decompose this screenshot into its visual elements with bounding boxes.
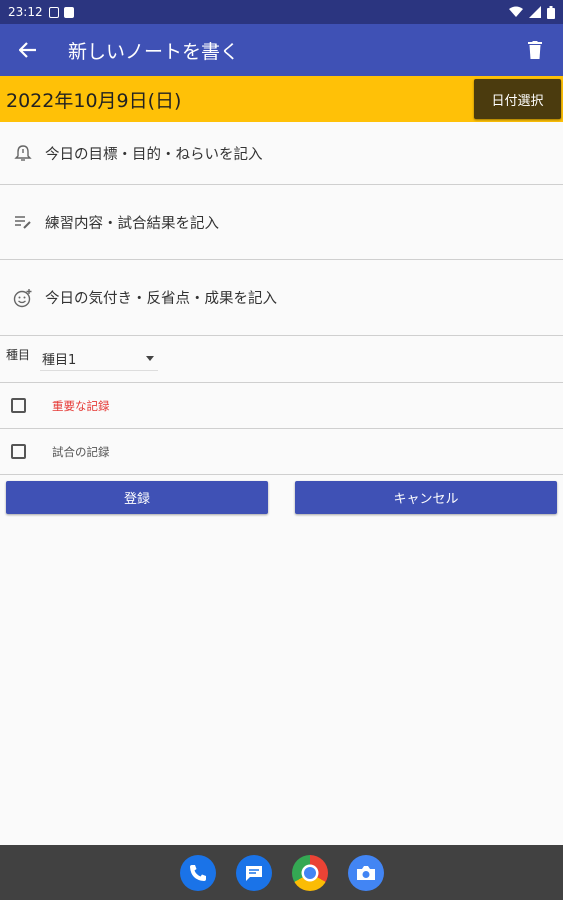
match-record-row[interactable]: 試合の記録	[0, 429, 563, 475]
bell-icon	[11, 144, 35, 162]
practice-field-label: 練習内容・試合結果を記入	[45, 215, 219, 232]
important-record-row[interactable]: 重要な記録	[0, 383, 563, 429]
register-button[interactable]: 登録	[6, 481, 268, 514]
category-selected-value: 種目1	[42, 353, 77, 368]
match-record-checkbox[interactable]	[11, 444, 26, 459]
reflection-field[interactable]: 今日の気付き・反省点・成果を記入	[0, 260, 563, 336]
important-record-checkbox[interactable]	[11, 398, 26, 413]
chrome-icon[interactable]	[291, 854, 328, 891]
date-select-button[interactable]: 日付選択	[474, 79, 561, 119]
important-record-label: 重要な記録	[52, 398, 110, 413]
date-bar: 2022年10月9日(日) 日付選択	[0, 76, 563, 122]
category-select[interactable]: 種目1	[40, 347, 159, 371]
category-label: 種目	[6, 347, 31, 362]
goal-field-label: 今日の目標・目的・ねらいを記入	[45, 146, 263, 163]
smiley-add-icon	[11, 288, 35, 308]
back-button[interactable]	[0, 24, 56, 76]
status-time: 23:12	[8, 5, 43, 19]
phone-icon[interactable]	[179, 854, 216, 891]
category-row: 種目 種目1	[0, 336, 563, 383]
dropdown-arrow-icon	[146, 356, 155, 361]
status-bar: 23:12	[0, 0, 563, 24]
system-dock	[0, 845, 563, 900]
battery-icon	[547, 5, 555, 19]
signal-icon	[529, 6, 541, 18]
reflection-field-label: 今日の気付き・反省点・成果を記入	[45, 291, 277, 307]
messages-icon[interactable]	[235, 854, 272, 891]
match-record-label: 試合の記録	[52, 444, 110, 459]
wifi-icon	[509, 6, 523, 17]
goal-field[interactable]: 今日の目標・目的・ねらいを記入	[0, 122, 563, 185]
app-bar: 新しいノートを書く	[0, 24, 563, 76]
camera-icon[interactable]	[347, 854, 384, 891]
selected-date: 2022年10月9日(日)	[6, 89, 182, 112]
arrow-back-icon	[19, 42, 36, 58]
notification-icon	[48, 6, 59, 18]
sd-card-icon	[63, 6, 74, 18]
delete-button[interactable]	[507, 24, 563, 76]
practice-field[interactable]: 練習内容・試合結果を記入	[0, 185, 563, 260]
page-title: 新しいノートを書く	[68, 40, 240, 63]
notes-edit-icon	[11, 214, 35, 230]
trash-icon	[528, 41, 542, 59]
cancel-button[interactable]: キャンセル	[295, 481, 557, 514]
